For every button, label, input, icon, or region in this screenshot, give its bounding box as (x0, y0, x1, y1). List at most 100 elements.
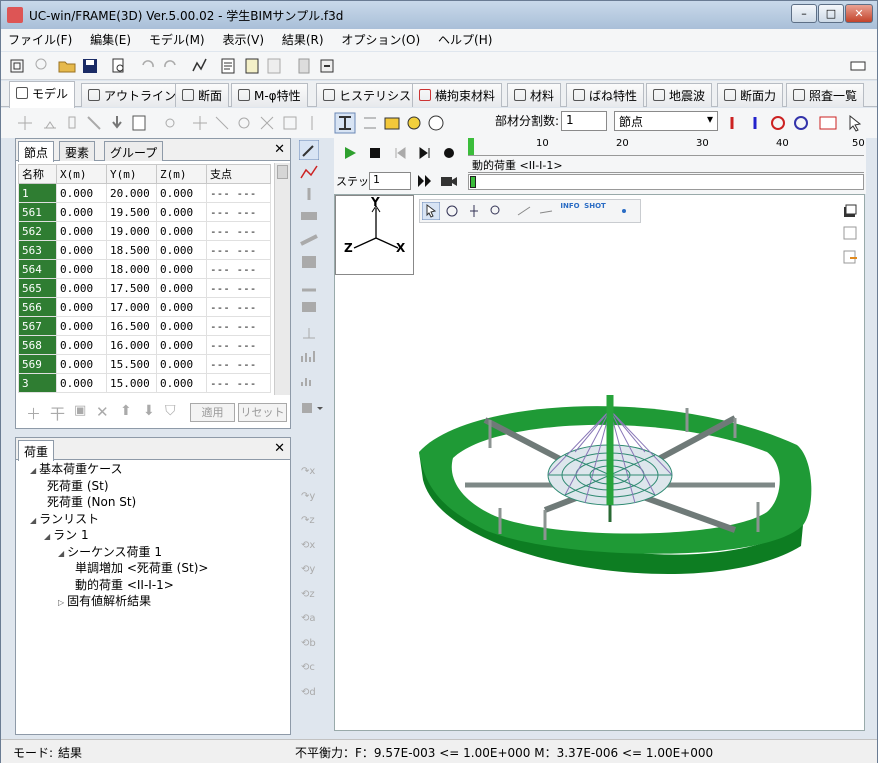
load-icon[interactable] (108, 114, 126, 132)
rot-d-icon[interactable]: ⟲d (301, 681, 319, 706)
export-icon[interactable] (318, 57, 336, 75)
delete-row-icon[interactable]: ✕ (96, 403, 109, 421)
node-value-cell[interactable]: 17.500 (106, 278, 157, 298)
deform-icon[interactable] (299, 164, 319, 182)
node-value-cell[interactable]: --- --- (206, 183, 271, 203)
table-row[interactable]: 562 0.000 19.000 0.000 --- --- (18, 221, 271, 241)
menu-edit[interactable]: 編集(E) (83, 29, 138, 50)
tab-element[interactable]: 要素 (59, 141, 96, 161)
table-row[interactable]: 566 0.000 17.000 0.000 --- --- (18, 297, 271, 317)
node-value-cell[interactable]: 0.000 (56, 316, 107, 336)
bar-graph-icon[interactable] (299, 348, 319, 364)
play-icon[interactable] (342, 145, 358, 161)
tab-group[interactable]: グループ (104, 141, 164, 161)
progress-track[interactable] (468, 174, 864, 190)
close-button[interactable]: ✕ (845, 4, 873, 23)
node-value-cell[interactable]: --- --- (206, 316, 271, 336)
tree-item[interactable]: 死荷重 (Non St) (18, 495, 208, 512)
spring-support-icon[interactable] (63, 114, 81, 132)
tab-section-force[interactable]: 断面力 (717, 83, 784, 107)
table-row[interactable]: 1 0.000 20.000 0.000 --- --- (18, 183, 271, 203)
select-cursor-icon[interactable] (422, 202, 440, 220)
node-value-cell[interactable]: 15.000 (106, 373, 157, 393)
node-value-cell[interactable]: --- --- (206, 373, 271, 393)
move-down-icon[interactable]: ⬇ (143, 403, 155, 419)
face-icon[interactable] (427, 114, 445, 132)
node-value-cell[interactable]: 15.500 (106, 354, 157, 374)
tree-item[interactable]: 単調増加 <死荷重 (St)> (18, 561, 208, 578)
shear-icon[interactable] (299, 230, 319, 248)
stop-icon[interactable] (367, 145, 383, 161)
col-z[interactable]: Z(m) (156, 164, 207, 184)
tree-item[interactable]: ◢ 基本荷重ケース (18, 462, 208, 479)
blue-arrow-icon[interactable] (746, 114, 764, 132)
node-value-cell[interactable]: 0.000 (56, 221, 107, 241)
node-value-cell[interactable]: 18.000 (106, 259, 157, 279)
histogram-icon[interactable] (299, 372, 319, 388)
node-value-cell[interactable]: 0.000 (56, 259, 107, 279)
redo-icon[interactable] (161, 57, 179, 75)
step-forward-icon[interactable] (417, 145, 433, 161)
node-value-cell[interactable]: 19.000 (106, 221, 157, 241)
measure-icon[interactable] (516, 203, 532, 219)
table-row[interactable]: 568 0.000 16.000 0.000 --- --- (18, 335, 271, 355)
tab-node[interactable]: 節点 (18, 141, 55, 162)
disp-z-icon[interactable]: ↷z (301, 509, 319, 534)
step-back-icon[interactable] (392, 145, 408, 161)
menu-view[interactable]: 表示(V) (215, 29, 271, 50)
camera-view-icon[interactable] (383, 114, 401, 132)
report2-icon[interactable] (243, 57, 261, 75)
ruler-marker[interactable] (468, 138, 474, 155)
probe-icon[interactable] (538, 203, 554, 219)
report-icon[interactable] (219, 57, 237, 75)
layers-icon[interactable] (842, 203, 858, 219)
node-value-cell[interactable]: 0.000 (156, 240, 207, 260)
node-select-dropdown[interactable]: 節点 ▾ (614, 111, 718, 131)
shape-dropdown-icon[interactable] (299, 400, 325, 416)
table-row[interactable]: 3 0.000 15.000 0.000 --- --- (18, 373, 271, 393)
node-value-cell[interactable]: 20.000 (106, 183, 157, 203)
export-view-icon[interactable] (842, 249, 858, 265)
node-name-cell[interactable]: 566 (18, 297, 57, 317)
result-paint-icon[interactable] (299, 140, 319, 160)
hinge-icon[interactable] (299, 326, 319, 342)
grid-icon[interactable] (281, 114, 299, 132)
rot-c-icon[interactable]: ⟲c (301, 656, 319, 681)
col-support[interactable]: 支点 (206, 164, 271, 184)
rotate-icon[interactable] (235, 114, 253, 132)
node-value-cell[interactable]: 0.000 (56, 354, 107, 374)
list-icon[interactable] (842, 225, 858, 241)
3d-viewport[interactable]: Y Z X INFO SHOT (334, 194, 865, 731)
node-name-cell[interactable]: 567 (18, 316, 57, 336)
col-y[interactable]: Y(m) (106, 164, 157, 184)
node-value-cell[interactable]: 0.000 (56, 297, 107, 317)
node-value-cell[interactable]: --- --- (206, 297, 271, 317)
menu-result[interactable]: 結果(R) (275, 29, 331, 50)
table-row[interactable]: 567 0.000 16.500 0.000 --- --- (18, 316, 271, 336)
node-value-cell[interactable]: --- --- (206, 240, 271, 260)
save-icon[interactable] (81, 57, 99, 75)
report3-icon[interactable] (265, 57, 283, 75)
tab-hysteresis[interactable]: ヒステリシス (316, 83, 419, 107)
pan-icon[interactable] (466, 203, 482, 219)
rotate-view-icon[interactable] (769, 114, 787, 132)
tree-expand-icon[interactable]: ◢ (58, 549, 64, 558)
tab-earthquake[interactable]: 地震波 (646, 83, 713, 107)
graph-icon[interactable] (191, 57, 209, 75)
tab-material[interactable]: 材料 (507, 83, 562, 107)
tree-expand-icon[interactable]: ◢ (30, 466, 36, 475)
node-value-cell[interactable]: 0.000 (156, 373, 207, 393)
node-value-cell[interactable]: 16.500 (106, 316, 157, 336)
table-row[interactable]: 564 0.000 18.000 0.000 --- --- (18, 259, 271, 279)
tab-check-list[interactable]: 照査一覧 (786, 83, 865, 107)
section-edit-icon[interactable] (361, 114, 379, 132)
menu-file[interactable]: ファイル(F) (1, 29, 79, 50)
rigid-icon[interactable] (161, 114, 179, 132)
delete-element-icon[interactable] (258, 114, 276, 132)
info-button[interactable]: INFO (560, 202, 580, 220)
dot-icon[interactable] (618, 205, 630, 217)
node-value-cell[interactable]: 17.000 (106, 297, 157, 317)
node-name-cell[interactable]: 562 (18, 221, 57, 241)
insert-row-icon[interactable]: 干 (50, 403, 65, 424)
tab-model[interactable]: モデル (9, 81, 76, 108)
